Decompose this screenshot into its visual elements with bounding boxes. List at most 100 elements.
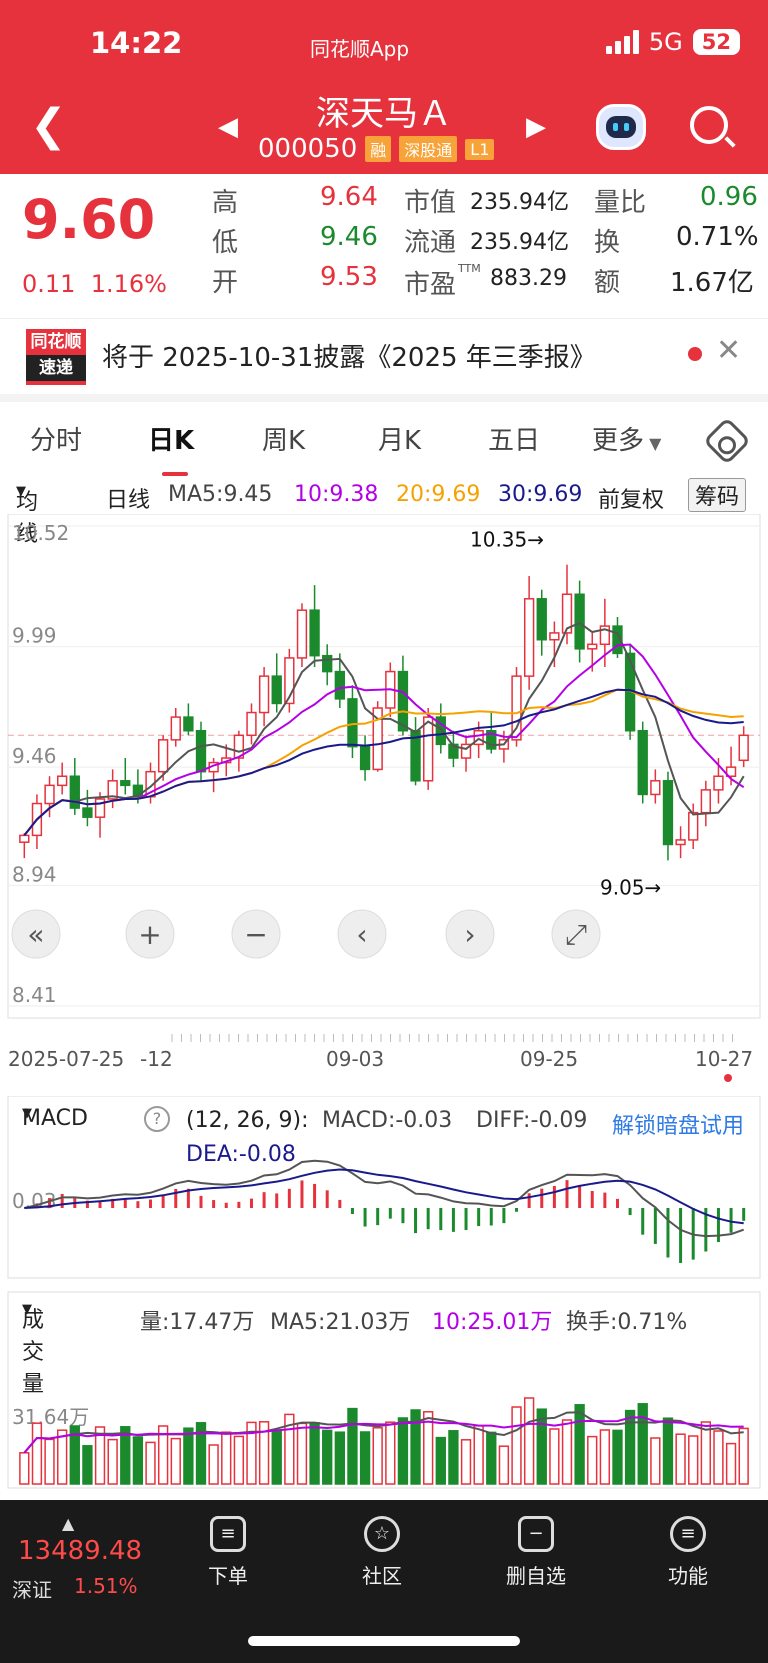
x-tick-label: 2025-07-25 — [8, 1047, 124, 1071]
order-label: 下单 — [208, 1564, 248, 1588]
volume-bar — [107, 1438, 118, 1485]
candle-body — [738, 734, 749, 762]
candle-body — [688, 811, 699, 841]
next-stock-icon[interactable]: ▶ — [526, 112, 546, 142]
settings-icon[interactable] — [702, 416, 752, 466]
fullscreen-icon-glyph: ⤢ — [565, 918, 587, 951]
collapse-icon-glyph: « — [27, 918, 44, 951]
scroll-right-icon-glyph: › — [464, 918, 475, 951]
candle-body — [309, 609, 320, 657]
ma5-line — [23, 621, 745, 837]
tab-five-day[interactable]: 五日 — [488, 420, 540, 457]
dropdown-icon: ▼ — [16, 484, 26, 499]
close-icon[interactable]: ✕ — [716, 333, 741, 368]
candle-body — [650, 780, 661, 796]
ma10-value: 10:9.38 — [294, 482, 379, 507]
volume-bar — [82, 1445, 93, 1485]
community-label: 社区 — [362, 1564, 402, 1588]
volume-bar — [511, 1406, 522, 1485]
open-value: 9.53 — [320, 262, 378, 292]
express-badge: 同花顺 速递 — [26, 329, 86, 385]
tab-more-label: 更多 — [592, 426, 645, 456]
volume-bar — [612, 1429, 623, 1485]
volume-bar — [435, 1436, 446, 1485]
volume-bar — [309, 1422, 320, 1485]
zoom-in-icon-glyph: + — [138, 918, 161, 951]
tag-margin: 融 — [365, 136, 392, 162]
scroll-left-icon-glyph: ‹ — [356, 918, 367, 951]
volume-bar — [208, 1444, 219, 1485]
candle-body — [246, 711, 257, 737]
pe-value: 883.29 — [490, 266, 567, 291]
index-pct: 1.51% — [74, 1574, 138, 1598]
tab-weekly-k[interactable]: 周K — [262, 420, 305, 457]
volume-bar — [233, 1435, 245, 1485]
stock-code-row: 000050 融 深股通 L1 — [258, 134, 495, 164]
community-button[interactable]: ☆ 社区 — [322, 1516, 442, 1589]
candle-body — [700, 789, 711, 814]
candle-body — [82, 807, 93, 818]
network-label: 5G — [648, 28, 683, 56]
turnover-value: 0.71% — [676, 222, 759, 252]
change-pct: 1.16% — [90, 270, 167, 298]
remove-watchlist-button[interactable]: − 删自选 — [476, 1516, 596, 1589]
tab-intraday[interactable]: 分时 — [30, 420, 82, 457]
volratio-label: 量比 — [594, 188, 647, 218]
volume-bar — [650, 1437, 661, 1485]
tab-daily-k[interactable]: 日K — [148, 420, 194, 476]
kline-chart[interactable]: 10.52 9.99 9.46 8.94 8.41 10.35→ 9.05→ « + − ‹ › ⤢ 20… — [0, 514, 768, 1094]
candle-body — [44, 784, 55, 805]
candle-body — [183, 716, 194, 732]
stock-code: 000050 — [258, 134, 358, 164]
pe-sup: TTM — [458, 262, 481, 275]
today-dot — [724, 1074, 732, 1082]
tab-monthly-k[interactable]: 月K — [378, 420, 421, 457]
volume-bar — [347, 1407, 358, 1485]
candle-body — [423, 716, 434, 782]
amount-value: 1.67亿 — [670, 268, 754, 298]
chip-distribution-button[interactable]: 筹码 — [688, 478, 747, 512]
low-label: 低 — [212, 228, 239, 258]
candle-body — [170, 716, 181, 741]
volume-bar — [448, 1430, 459, 1485]
order-button[interactable]: ≡ 下单 — [168, 1516, 288, 1589]
stock-name: 深天马Ａ — [316, 94, 452, 134]
tag-level: L1 — [465, 138, 495, 160]
bottom-toolbar: ▲ 13489.48 深证 1.51% ≡ 下单 ☆ 社区 − 删自选 ≡ 功能 — [0, 1500, 768, 1663]
candle-body — [675, 839, 686, 846]
volume-bar — [271, 1430, 282, 1485]
remove-watchlist-label: 删自选 — [506, 1564, 566, 1588]
candle-body — [322, 654, 333, 673]
status-time: 14:22 — [90, 26, 183, 60]
candle-body — [195, 729, 207, 773]
volume-bar — [334, 1431, 345, 1485]
adjust-mode[interactable]: 前复权 — [598, 482, 664, 514]
index-value[interactable]: 13489.48 — [18, 1536, 142, 1566]
x-tick-label: -12 — [140, 1047, 173, 1071]
unread-dot — [688, 347, 702, 361]
ma5-value: MA5:9.45 — [168, 482, 273, 507]
ma20-value: 20:9.69 — [396, 482, 481, 507]
x-tick-label: 09-03 — [326, 1047, 384, 1071]
amount-label: 额 — [594, 268, 621, 298]
functions-button[interactable]: ≡ 功能 — [628, 1516, 748, 1589]
home-indicator — [248, 1636, 520, 1646]
community-icon: ☆ — [364, 1516, 400, 1552]
ma-period-type: 日线 — [106, 488, 151, 513]
tab-more[interactable]: 更多 ▼ — [592, 420, 661, 457]
volume-bar — [322, 1429, 333, 1485]
volume-bar — [713, 1430, 724, 1485]
header-bar: 14:22 同花顺App 5G 52 ❮ ◀ 深天马Ａ 000050 融 深股通… — [0, 0, 768, 174]
candle-body — [397, 670, 409, 732]
volume-bar — [675, 1433, 686, 1485]
high-value: 9.64 — [320, 182, 378, 212]
x-tick-label: 09-25 — [520, 1047, 578, 1071]
robot-assistant-icon[interactable] — [596, 104, 646, 150]
notice-text: 将于 2025-10-31披露《2025 年三季报》 — [102, 343, 596, 373]
volume-bar — [473, 1425, 484, 1485]
indicator-panels[interactable]: 0.0331.64万 — [0, 1096, 768, 1496]
candle-body — [57, 775, 68, 787]
search-icon[interactable] — [690, 106, 728, 144]
notice-banner[interactable]: 同花顺 速递 将于 2025-10-31披露《2025 年三季报》 ✕ — [0, 318, 768, 394]
candle-body — [157, 739, 169, 773]
